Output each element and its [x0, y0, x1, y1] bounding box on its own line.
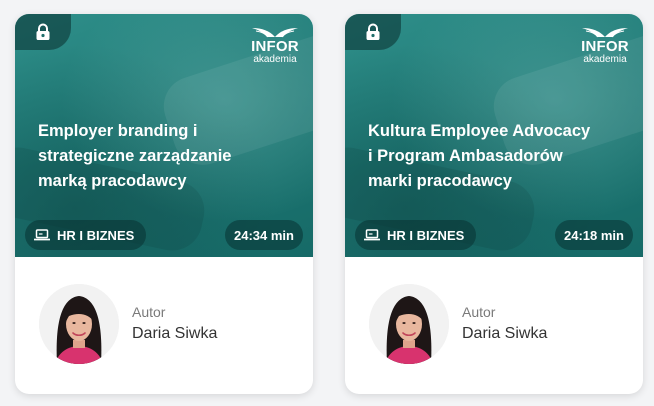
- author-name[interactable]: Daria Siwka: [132, 325, 217, 343]
- author-label: Autor: [462, 304, 496, 320]
- course-title-line: marką pracodawcy: [38, 172, 187, 190]
- course-title-line: marki pracodawcy: [368, 172, 512, 190]
- brand-name: INFOR: [581, 38, 629, 55]
- wings-logo: [252, 28, 298, 38]
- duration-label: 24:18 min: [564, 227, 624, 243]
- course-card[interactable]: INFOR akademia Employer branding i strat…: [15, 14, 313, 394]
- course-card[interactable]: INFOR akademia Kultura Employee Advocacy…: [345, 14, 643, 394]
- author-label: Autor: [132, 304, 166, 320]
- laptop-icon: [364, 229, 380, 241]
- duration-label: 24:34 min: [234, 227, 294, 243]
- course-title[interactable]: Employer branding i strategiczne zarządz…: [38, 119, 288, 194]
- wings-logo: [582, 28, 628, 38]
- category-badge: HR I BIZNES: [355, 220, 477, 250]
- author-name[interactable]: Daria Siwka: [462, 325, 547, 343]
- laptop-icon: [34, 229, 50, 241]
- course-title-line: Kultura Employee Advocacy: [368, 122, 591, 140]
- duration-badge: 24:18 min: [555, 220, 633, 250]
- lock-icon: [366, 23, 380, 40]
- course-title-line: strategiczne zarządzanie: [38, 147, 232, 165]
- author-avatar: [39, 284, 119, 364]
- lock-badge: [345, 14, 401, 50]
- duration-badge: 24:34 min: [225, 220, 303, 250]
- brand-logo: INFOR akademia: [579, 26, 631, 65]
- brand-subname: akademia: [583, 54, 627, 65]
- brand-subname: akademia: [253, 54, 297, 65]
- author-avatar: [369, 284, 449, 364]
- course-thumbnail[interactable]: INFOR akademia Employer branding i strat…: [15, 14, 313, 257]
- lock-badge: [15, 14, 71, 50]
- brand-name: INFOR: [251, 38, 299, 55]
- course-thumbnail[interactable]: INFOR akademia Kultura Employee Advocacy…: [345, 14, 643, 257]
- category-label: HR I BIZNES: [57, 227, 135, 243]
- category-label: HR I BIZNES: [387, 227, 465, 243]
- course-title-line: i Program Ambasadorów: [368, 147, 563, 165]
- lock-icon: [36, 23, 50, 40]
- category-badge: HR I BIZNES: [25, 220, 147, 250]
- course-title[interactable]: Kultura Employee Advocacy i Program Amba…: [368, 119, 618, 194]
- course-title-line: Employer branding i: [38, 122, 198, 140]
- brand-logo: INFOR akademia: [249, 26, 301, 65]
